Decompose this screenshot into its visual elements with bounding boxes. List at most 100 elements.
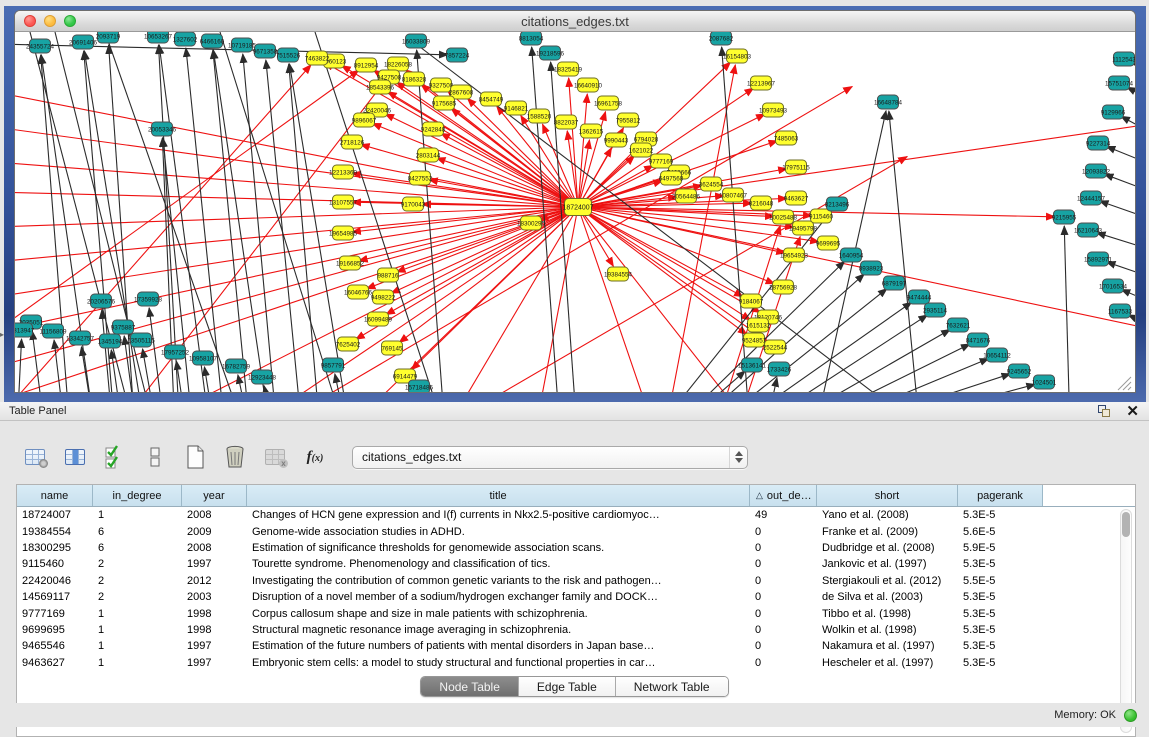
- network-node[interactable]: 3313947: [15, 323, 35, 337]
- network-node[interactable]: 16648784: [874, 95, 903, 109]
- column-header-short[interactable]: short: [817, 485, 958, 506]
- network-node[interactable]: 8427552: [408, 171, 433, 185]
- network-node[interactable]: 18724007: [562, 199, 593, 216]
- network-node[interactable]: 8471676: [966, 333, 991, 347]
- network-node[interactable]: 16033809: [402, 34, 431, 48]
- network-node[interactable]: 2093719: [96, 32, 121, 43]
- network-node[interactable]: 10653267: [144, 32, 173, 43]
- network-node[interactable]: 18756928: [769, 280, 798, 294]
- network-node[interactable]: 1615132: [746, 318, 771, 332]
- network-node[interactable]: 8213496: [825, 197, 850, 211]
- column-header-in_degree[interactable]: in_degree: [93, 485, 182, 506]
- network-canvas[interactable]: 1872400759601238912954182260589427508185…: [15, 32, 1135, 393]
- network-node[interactable]: 17975115: [782, 160, 810, 174]
- network-node[interactable]: 769145: [381, 341, 403, 355]
- network-node[interactable]: 8822037: [554, 115, 579, 129]
- network-node[interactable]: 10654112: [983, 348, 1011, 362]
- network-node[interactable]: 1621022: [629, 143, 654, 157]
- column-header-name[interactable]: name: [17, 485, 93, 506]
- network-node[interactable]: 24355724: [26, 39, 55, 53]
- network-node[interactable]: 1167533: [1108, 304, 1133, 318]
- network-node[interactable]: 16961758: [594, 96, 623, 110]
- network-node[interactable]: 10973493: [759, 103, 788, 117]
- network-node[interactable]: 12093822: [1082, 164, 1111, 178]
- network-node[interactable]: 6497568: [659, 171, 684, 185]
- network-node[interactable]: 2522544: [763, 340, 788, 354]
- network-node[interactable]: 15136141: [738, 358, 767, 372]
- network-node[interactable]: 19166852: [336, 256, 365, 270]
- network-node[interactable]: 7857224: [445, 48, 470, 62]
- network-node[interactable]: 9857791: [321, 358, 346, 372]
- tab-node-table[interactable]: Node Table: [421, 677, 519, 696]
- network-node[interactable]: 2087682: [709, 32, 734, 45]
- network-node[interactable]: 15751074: [1105, 76, 1134, 90]
- network-node[interactable]: 9699695: [816, 236, 841, 250]
- network-node[interactable]: 7463822: [305, 51, 330, 65]
- network-node[interactable]: 9227314: [1086, 136, 1111, 150]
- network-node[interactable]: 19654985: [329, 226, 358, 240]
- show-column-icon[interactable]: [60, 442, 90, 472]
- network-node[interactable]: 9474444: [907, 290, 932, 304]
- network-node[interactable]: 13342757: [66, 331, 95, 345]
- network-node[interactable]: 9245652: [1007, 364, 1032, 378]
- network-window-titlebar[interactable]: citations_edges.txt: [15, 11, 1135, 32]
- minimize-window-icon[interactable]: [44, 15, 56, 27]
- table-row[interactable]: 946362711997Embryonic stem cells: a mode…: [17, 655, 1120, 671]
- network-node[interactable]: 12444157: [1077, 191, 1106, 205]
- network-node[interactable]: 7485063: [774, 131, 799, 145]
- close-window-icon[interactable]: [24, 15, 36, 27]
- tab-network-table[interactable]: Network Table: [616, 677, 728, 696]
- row-options-icon[interactable]: [140, 442, 170, 472]
- table-row[interactable]: 1938455462009Genome-wide association stu…: [17, 523, 1120, 539]
- network-node[interactable]: 8813054: [519, 32, 544, 45]
- close-panel-icon[interactable]: ✕: [1126, 405, 1139, 418]
- network-node[interactable]: 17016534: [1099, 279, 1128, 293]
- network-node[interactable]: 9175685: [432, 96, 457, 110]
- network-node[interactable]: 9463627: [784, 191, 809, 205]
- network-node[interactable]: 15718485: [405, 380, 434, 393]
- network-node[interactable]: 8454749: [479, 92, 504, 106]
- table-row[interactable]: 911546021997Tourette syndrome. Phenomeno…: [17, 556, 1120, 572]
- network-node[interactable]: 9170043: [401, 197, 426, 211]
- network-node[interactable]: 9184067: [739, 294, 764, 308]
- network-node[interactable]: 16046766: [344, 285, 373, 299]
- network-node[interactable]: 7625402: [336, 337, 361, 351]
- network-node[interactable]: 16099489: [364, 312, 393, 326]
- network-node[interactable]: 9990443: [604, 133, 629, 147]
- select-columns-icon[interactable]: [100, 442, 130, 472]
- table-row[interactable]: 969969511998Structural magnetic resonanc…: [17, 622, 1120, 638]
- network-node[interactable]: 13505115: [127, 333, 155, 347]
- network-node[interactable]: 9896067: [352, 113, 377, 127]
- column-header-year[interactable]: year: [182, 485, 247, 506]
- network-node[interactable]: 19218596: [536, 46, 565, 60]
- network-node[interactable]: 9146821: [504, 101, 529, 115]
- network-node[interactable]: 2718126: [340, 135, 365, 149]
- network-node[interactable]: 10958107: [189, 351, 218, 365]
- table-settings-icon[interactable]: [20, 442, 50, 472]
- network-node[interactable]: 18226058: [384, 57, 413, 71]
- network-node[interactable]: 1345194: [98, 334, 123, 348]
- network-node[interactable]: 19654923: [780, 248, 809, 262]
- float-panel-icon[interactable]: [1098, 405, 1112, 418]
- scrollbar-thumb[interactable]: [1122, 512, 1130, 537]
- network-node[interactable]: 20564486: [672, 189, 701, 203]
- table-selector-dropdown[interactable]: citations_edges.txt: [352, 446, 748, 469]
- network-node[interactable]: 9242848: [421, 122, 446, 136]
- network-node[interactable]: 20206576: [87, 294, 116, 308]
- network-node[interactable]: 10807467: [719, 188, 748, 202]
- network-node[interactable]: 2935114: [923, 303, 948, 317]
- function-builder-icon[interactable]: f(x): [300, 442, 330, 472]
- network-node[interactable]: 7632621: [946, 318, 971, 332]
- network-node[interactable]: 16154803: [723, 49, 752, 63]
- network-node[interactable]: 17957252: [161, 345, 190, 359]
- table-row[interactable]: 977716911998Corpus callosum shape and si…: [17, 605, 1120, 621]
- network-node[interactable]: 6879197: [882, 276, 907, 290]
- network-node[interactable]: 1733426: [767, 362, 792, 376]
- table-row[interactable]: 946554611997Estimation of the future num…: [17, 638, 1120, 654]
- network-node[interactable]: 1327602: [173, 32, 198, 46]
- network-node[interactable]: 20053346: [148, 122, 177, 136]
- network-window[interactable]: citations_edges.txt 18724007596012389129…: [14, 10, 1136, 393]
- column-header-pagerank[interactable]: pagerank: [958, 485, 1043, 506]
- network-node[interactable]: 1588520: [527, 109, 552, 123]
- network-node[interactable]: 12213967: [747, 76, 776, 90]
